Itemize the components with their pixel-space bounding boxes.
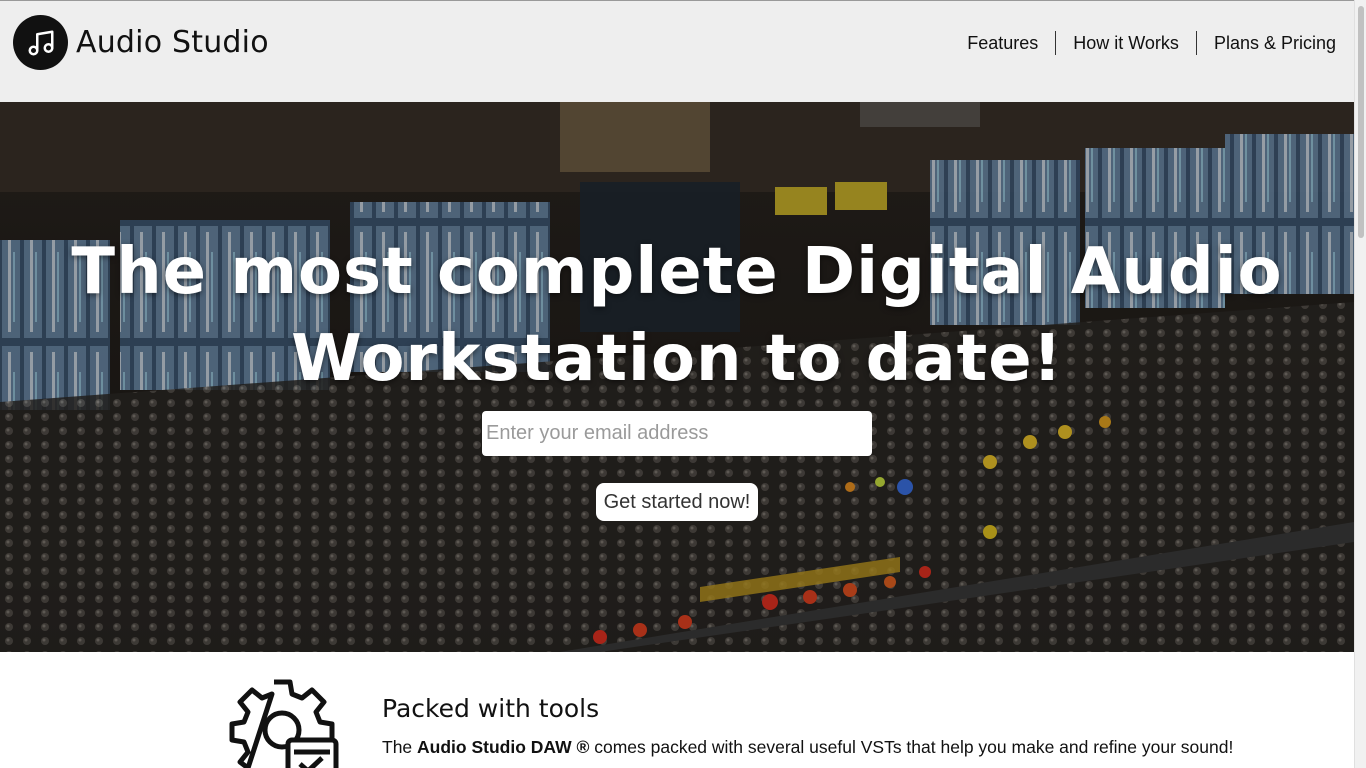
music-note-icon [13,15,68,70]
feature-description: The Audio Studio DAW ® comes packed with… [382,737,1233,758]
brand-name: Audio Studio [76,25,269,60]
main-nav: Features How it Works Plans & Pricing [950,31,1336,55]
feature-desc-prefix: The [382,737,418,757]
nav-link-how-it-works[interactable]: How it Works [1056,33,1196,54]
gear-settings-icon [228,678,343,768]
site-header: Audio Studio Features How it Works Plans… [0,0,1354,102]
hero-section: The most complete Digital Audio Workstat… [0,102,1354,652]
get-started-button[interactable]: Get started now! [596,483,758,521]
feature-desc-product: Audio Studio DAW ® [417,737,590,757]
feature-title: Packed with tools [382,694,600,723]
feature-desc-suffix: comes packed with several useful VSTs th… [589,737,1234,757]
nav-link-plans-pricing[interactable]: Plans & Pricing [1197,33,1336,54]
brand[interactable]: Audio Studio [13,15,269,70]
email-input[interactable] [482,411,872,456]
page-scrollbar[interactable] [1354,0,1366,768]
scrollbar-thumb[interactable] [1358,6,1364,238]
hero-title: The most complete Digital Audio Workstat… [71,235,1283,396]
nav-link-features[interactable]: Features [950,33,1055,54]
